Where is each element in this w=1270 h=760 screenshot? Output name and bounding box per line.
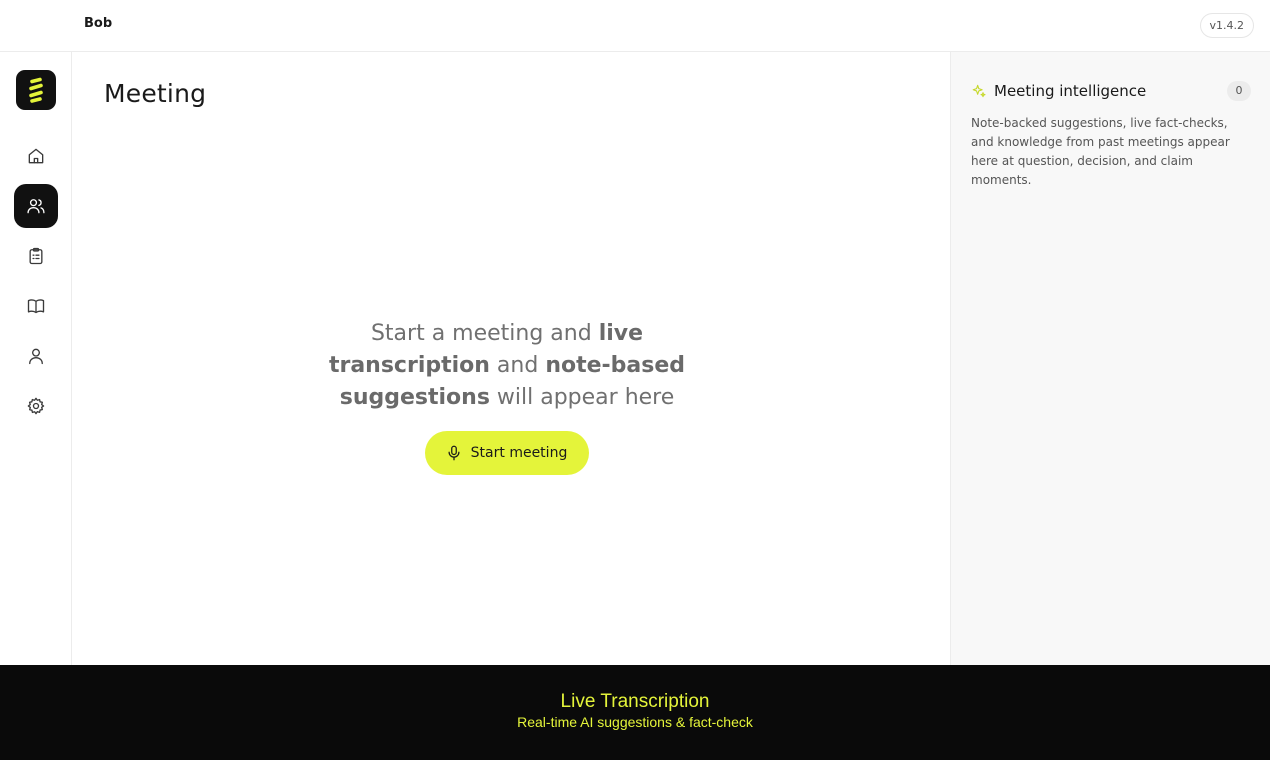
users-icon (27, 199, 45, 214)
empty-text-part: and (489, 353, 546, 378)
user-name: Bob (84, 16, 113, 31)
main-content: Meeting Start a meeting and live transcr… (72, 52, 950, 665)
empty-text-part: Start a meeting and (370, 321, 599, 346)
sidebar-item-settings[interactable] (14, 384, 58, 428)
sidebar-item-knowledge[interactable] (14, 284, 58, 328)
empty-state: Start a meeting and live transcription a… (72, 318, 942, 475)
gear-icon (27, 397, 45, 415)
panel-description: Note-backed suggestions, live fact-check… (971, 116, 1230, 187)
sidebar-item-home[interactable] (14, 134, 58, 178)
start-meeting-label: Start meeting (470, 445, 568, 461)
top-bar: Bob v1.4.2 (0, 0, 1270, 52)
page-title: Meeting (104, 79, 207, 108)
sparkle-icon (972, 84, 986, 98)
user-icon (29, 348, 43, 365)
panel-title: Meeting intelligence (994, 82, 1147, 100)
start-meeting-button[interactable]: Start meeting (424, 431, 590, 475)
footer-subtitle: Real-time AI suggestions & fact-check (517, 714, 753, 730)
panel-header: Meeting intelligence 0 (971, 80, 1251, 102)
sidebar (0, 52, 72, 665)
clipboard-icon (29, 247, 43, 265)
empty-text-part: will appear here (489, 385, 675, 410)
version-badge: v1.4.2 (1199, 13, 1254, 38)
suggestion-count-badge: 0 (1227, 81, 1251, 101)
meeting-intelligence-panel: Meeting intelligence 0 Note-backed sugge… (950, 52, 1270, 665)
home-icon (28, 148, 44, 164)
brand-logo[interactable] (16, 70, 56, 110)
sidebar-item-tasks[interactable] (14, 234, 58, 278)
sidebar-item-meeting[interactable] (14, 184, 58, 228)
brand-logo-mark (29, 77, 43, 103)
book-icon (27, 299, 45, 314)
empty-state-message: Start a meeting and live transcription a… (292, 318, 722, 414)
sidebar-item-profile[interactable] (14, 334, 58, 378)
footer-banner: Live Transcription Real-time AI suggesti… (0, 665, 1270, 760)
microphone-icon (448, 445, 460, 461)
footer-title: Live Transcription (560, 691, 710, 712)
